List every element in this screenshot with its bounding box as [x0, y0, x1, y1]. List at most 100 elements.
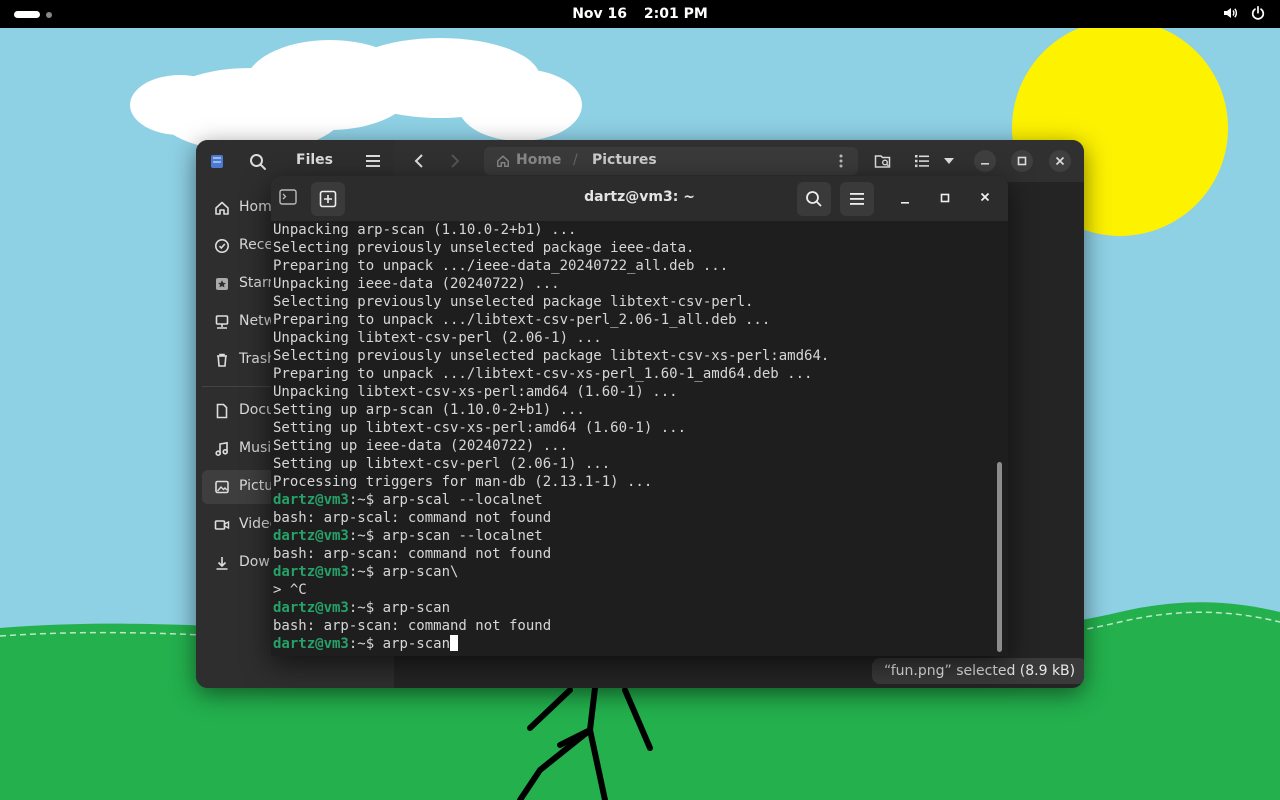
- search-icon: [806, 191, 822, 207]
- prompt-path: :~$: [348, 492, 375, 508]
- output-text: Selecting previously unselected package …: [273, 294, 754, 310]
- terminal-line: Preparing to unpack .../libtext-csv-xs-p…: [273, 365, 993, 383]
- clock[interactable]: Nov 16 2:01 PM: [0, 6, 1280, 22]
- home-icon: [497, 155, 509, 167]
- terminal-line: Setting up libtext-csv-perl (2.06-1) ...: [273, 455, 993, 473]
- output-text: Setting up ieee-data (20240722) ...: [273, 438, 569, 454]
- output-text: Selecting previously unselected package …: [273, 348, 830, 364]
- files-maximize-button[interactable]: [1011, 150, 1033, 172]
- terminal-line: Unpacking libtext-csv-xs-perl:amd64 (1.6…: [273, 383, 993, 401]
- output-text: bash: arp-scan: command not found: [273, 618, 552, 634]
- output-text: Preparing to unpack .../libtext-csv-xs-p…: [273, 366, 813, 382]
- star-icon: [216, 278, 228, 290]
- video-icon: [214, 520, 230, 530]
- terminal-line: bash: arp-scal: command not found: [273, 509, 993, 527]
- prompt-path: :~$: [348, 600, 375, 616]
- command-text: arp-scan --localnet: [374, 528, 543, 544]
- path-bar[interactable]: Home / Pictures: [484, 147, 858, 175]
- terminal-line: dartz@vm3:~$ arp-scan --localnet: [273, 527, 993, 545]
- back-icon[interactable]: [412, 153, 426, 169]
- command-text: arp-scan: [374, 636, 451, 652]
- output-text: bash: arp-scal: command not found: [273, 510, 552, 526]
- output-text: Selecting previously unselected package …: [273, 240, 695, 256]
- breadcrumb-home[interactable]: Home: [516, 152, 561, 168]
- terminal-line: dartz@vm3:~$ arp-scan: [273, 599, 993, 617]
- terminal-search-button[interactable]: [797, 182, 831, 216]
- trash-icon: [217, 353, 227, 367]
- output-text: Unpacking arp-scan (1.10.0-2+b1) ...: [273, 222, 577, 238]
- prompt-user: dartz@vm3: [273, 492, 349, 508]
- terminal-line: Setting up libtext-csv-xs-perl:amd64 (1.…: [273, 419, 993, 437]
- top-bar: Nov 16 2:01 PM: [0, 0, 1280, 28]
- terminal-line: Selecting previously unselected package …: [273, 239, 993, 257]
- terminal-menu-button[interactable]: [840, 182, 874, 216]
- music-icon: [215, 441, 228, 456]
- command-text: arp-scan: [374, 600, 451, 616]
- prompt-user: dartz@vm3: [273, 600, 349, 616]
- output-text: Unpacking libtext-csv-perl (2.06-1) ...: [273, 330, 602, 346]
- terminal-line: dartz@vm3:~$ arp-scan\: [273, 563, 993, 581]
- power-icon: [1251, 5, 1265, 20]
- prompt-user: dartz@vm3: [273, 564, 349, 580]
- clock-time: 2:01 PM: [643, 6, 708, 22]
- maximize-icon: [1017, 156, 1027, 166]
- clock-date: Nov 16: [572, 6, 628, 22]
- terminal-line: dartz@vm3:~$ arp-scan: [273, 635, 993, 653]
- output-text: Setting up arp-scan (1.10.0-2+b1) ...: [273, 402, 585, 418]
- picture-icon: [215, 480, 229, 494]
- terminal-line: Selecting previously unselected package …: [273, 347, 993, 365]
- breadcrumb-separator: /: [573, 152, 578, 168]
- minimize-icon[interactable]: [895, 189, 915, 209]
- close-icon[interactable]: [975, 187, 995, 207]
- hamburger-menu-icon: [850, 193, 864, 205]
- files-minimize-button[interactable]: [974, 150, 996, 172]
- prompt-user: dartz@vm3: [273, 636, 349, 652]
- terminal-line: Processing triggers for man-db (2.13.1-1…: [273, 473, 993, 491]
- terminal-line: dartz@vm3:~$ arp-scal --localnet: [273, 491, 993, 509]
- command-text: arp-scan\: [374, 564, 459, 580]
- output-text: bash: arp-scan: command not found: [273, 546, 552, 562]
- terminal-line: Unpacking arp-scan (1.10.0-2+b1) ...: [273, 221, 993, 239]
- files-close-button[interactable]: [1049, 150, 1071, 172]
- forward-icon[interactable]: [448, 153, 462, 169]
- volume-icon: [1224, 8, 1238, 18]
- terminal-line: Preparing to unpack .../ieee-data_202407…: [273, 257, 993, 275]
- sidebar-toggle-icon[interactable]: [210, 154, 224, 169]
- terminal-line: Setting up ieee-data (20240722) ...: [273, 437, 993, 455]
- view-options-icon[interactable]: [943, 157, 955, 165]
- home-icon: [215, 201, 229, 215]
- maximize-icon[interactable]: [935, 188, 955, 208]
- output-text: Preparing to unpack .../libtext-csv-perl…: [273, 312, 771, 328]
- terminal-line: bash: arp-scan: command not found: [273, 617, 993, 635]
- terminal-line: bash: arp-scan: command not found: [273, 545, 993, 563]
- output-text: > ^C: [273, 582, 307, 598]
- output-text: Setting up libtext-csv-xs-perl:amd64 (1.…: [273, 420, 687, 436]
- output-text: Processing triggers for man-db (2.13.1-1…: [273, 474, 653, 490]
- terminal-line: Preparing to unpack .../libtext-csv-perl…: [273, 311, 993, 329]
- output-text: Preparing to unpack .../ieee-data_202407…: [273, 258, 729, 274]
- document-icon: [216, 403, 228, 419]
- text-cursor: [450, 635, 459, 651]
- terminal-line: Selecting previously unselected package …: [273, 293, 993, 311]
- prompt-user: dartz@vm3: [273, 528, 349, 544]
- minimize-icon: [981, 163, 989, 165]
- open-folder-search-icon[interactable]: [874, 152, 892, 170]
- prompt-path: :~$: [348, 564, 375, 580]
- system-tray[interactable]: [1222, 5, 1266, 21]
- files-title: Files: [296, 152, 333, 168]
- network-icon: [215, 315, 229, 329]
- selection-status: “fun.png” selected (8.9 kB): [872, 658, 1084, 684]
- list-view-icon[interactable]: [914, 153, 930, 169]
- main-menu-icon[interactable]: [365, 154, 381, 168]
- close-icon: [1055, 156, 1065, 166]
- terminal-line: Unpacking libtext-csv-perl (2.06-1) ...: [273, 329, 993, 347]
- more-options-icon[interactable]: [838, 153, 844, 169]
- terminal-line: > ^C: [273, 581, 993, 599]
- breadcrumb-pictures[interactable]: Pictures: [592, 152, 657, 168]
- terminal-output[interactable]: Unpacking arp-scan (1.10.0-2+b1) ... Sele…: [273, 221, 993, 656]
- search-icon[interactable]: [249, 153, 267, 171]
- terminal-scrollbar[interactable]: [997, 462, 1002, 652]
- output-text: Setting up libtext-csv-perl (2.06-1) ...: [273, 456, 611, 472]
- terminal-line: Unpacking ieee-data (20240722) ...: [273, 275, 993, 293]
- download-icon: [216, 557, 228, 570]
